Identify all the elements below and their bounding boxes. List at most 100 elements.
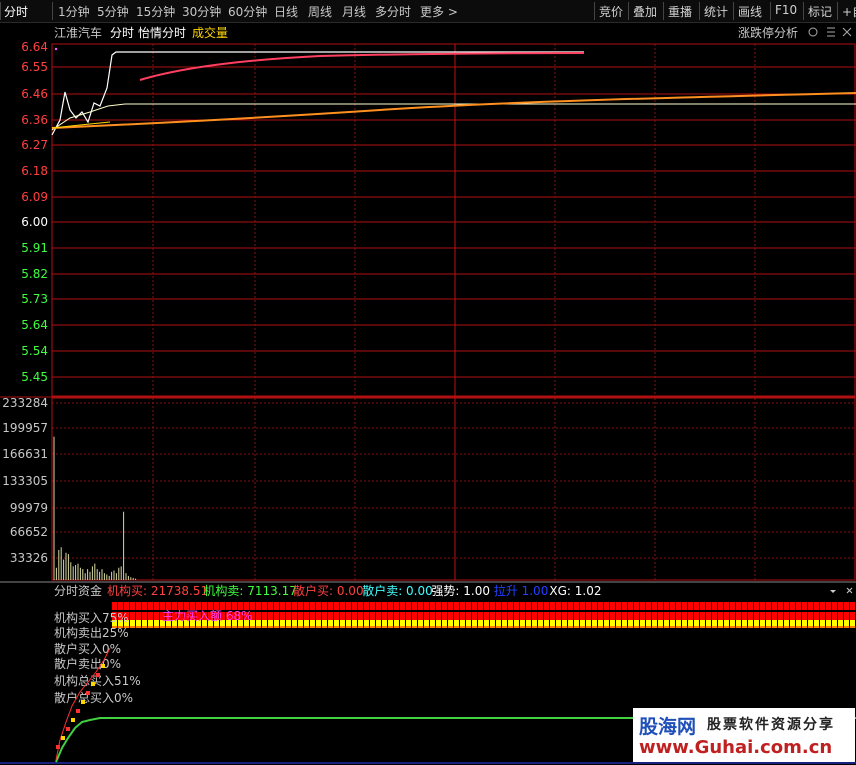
signal-cell-red (622, 612, 627, 620)
signal-cell-red (358, 612, 363, 620)
tool-6[interactable]: 标记 (808, 3, 832, 20)
price-tick-label: 5.73 (21, 292, 48, 306)
signal-cell-red (292, 612, 297, 620)
gear-icon[interactable] (808, 27, 818, 37)
signal-cell-red (790, 612, 795, 620)
signal-cell-red (604, 602, 609, 610)
fund-stat-3: 散户卖出0% (54, 656, 121, 671)
signal-cell-red (340, 602, 345, 610)
tool-5[interactable]: F10 (775, 3, 797, 17)
signal-cell-red (394, 612, 399, 620)
signal-cell-red (850, 602, 855, 610)
signal-cell-red (688, 612, 693, 620)
signal-cell-red (670, 602, 675, 610)
tool-3[interactable]: 统计 (704, 3, 728, 20)
signal-cell-red (400, 612, 405, 620)
signal-cell-red (598, 612, 603, 620)
tab-2[interactable]: 5分钟 (97, 3, 129, 20)
signal-cell-red (826, 602, 831, 610)
toolbar-divider (770, 2, 771, 20)
signal-cell-red (562, 602, 567, 610)
tab-3[interactable]: 15分钟 (136, 3, 175, 20)
tab-9[interactable]: 多分时 (375, 3, 411, 20)
signal-cell-red (610, 612, 615, 620)
signal-cell-red (772, 602, 777, 610)
tab-1[interactable]: 1分钟 (58, 3, 90, 20)
signal-cell-red (850, 612, 855, 620)
signal-cell-red (268, 612, 273, 620)
signal-cell-red (616, 612, 621, 620)
signal-cell-red (706, 602, 711, 610)
tab-0[interactable]: 分时 (4, 3, 28, 20)
tab-10[interactable]: 更多 > (420, 3, 458, 20)
signal-cell-red (586, 602, 591, 610)
price-tick-label: 6.46 (21, 87, 48, 101)
signal-cell-red (640, 602, 645, 610)
signal-dot (91, 682, 95, 686)
close-icon[interactable] (842, 27, 852, 37)
signal-cell-red (430, 602, 435, 610)
signal-cell-red (442, 612, 447, 620)
signal-cell-red (262, 602, 267, 610)
avg-line-series (51, 103, 856, 131)
signal-cell-red (580, 602, 585, 610)
header-fenshi: 分时 (110, 26, 134, 40)
signal-cell-red (448, 612, 453, 620)
menu-icon[interactable] (827, 27, 835, 37)
signal-cell-red (478, 612, 483, 620)
signal-cell-red (400, 602, 405, 610)
signal-cell-red (376, 602, 381, 610)
signal-cell-red (544, 612, 549, 620)
signal-cell-red (568, 602, 573, 610)
signal-cell-red (496, 612, 501, 620)
signal-cell-red (670, 612, 675, 620)
signal-cell-red (514, 612, 519, 620)
signal-cell-red (742, 602, 747, 610)
signal-cell-red (508, 612, 513, 620)
tool-2[interactable]: 重播 (668, 3, 692, 20)
signal-cell-red (268, 602, 273, 610)
watermark: 股海网 股票软件资源分享 www.Guhai.com.cn (633, 708, 855, 762)
stock-chart: 江淮汽车 分时 怡情分时 成交量 涨跌停分析 6.64 6.55 6.46 6.36 6.27 6.… (0, 25, 856, 764)
tab-5[interactable]: 60分钟 (228, 3, 267, 20)
tool-1[interactable]: 叠加 (633, 3, 657, 20)
signal-cell-red (706, 612, 711, 620)
signal-cell-red (844, 602, 849, 610)
signal-cell-red (682, 602, 687, 610)
signal-cell-red (316, 602, 321, 610)
signal-cell-red (328, 612, 333, 620)
signal-cell-red (820, 602, 825, 610)
signal-cell-red (688, 602, 693, 610)
signal-cell-red (694, 602, 699, 610)
signal-cell-red (280, 612, 285, 620)
signal-cell-red (406, 612, 411, 620)
signal-dot (101, 664, 105, 668)
signal-cell-red (592, 602, 597, 610)
toolbar-divider (803, 2, 804, 20)
tab-6[interactable]: 日线 (274, 3, 298, 20)
signal-cell-red (646, 602, 651, 610)
signal-cell-red (274, 612, 279, 620)
tab-7[interactable]: 周线 (308, 3, 332, 20)
close-icon[interactable] (846, 587, 853, 594)
dropdown-icon[interactable] (830, 590, 836, 593)
signal-cell-red (718, 602, 723, 610)
signal-cell-red (694, 612, 699, 620)
tab-4[interactable]: 30分钟 (182, 3, 221, 20)
signal-cell-red (460, 612, 465, 620)
signal-cell-red (370, 602, 375, 610)
signal-cell-red (490, 602, 495, 610)
toolbar-divider (733, 2, 734, 20)
signal-cell-red (142, 612, 147, 620)
toolbar-divider (663, 2, 664, 20)
tool-4[interactable]: 画线 (738, 3, 762, 20)
fund-stat-1: 机构卖出25% (54, 625, 129, 640)
tool-7[interactable]: +自 (842, 3, 856, 20)
signal-cell-red (472, 612, 477, 620)
tab-8[interactable]: 月线 (342, 3, 366, 20)
signal-cell-red (502, 602, 507, 610)
signal-cell-red (154, 612, 159, 620)
signal-cell-red (382, 602, 387, 610)
tool-0[interactable]: 竞价 (599, 3, 623, 20)
signal-cell-red (628, 602, 633, 610)
